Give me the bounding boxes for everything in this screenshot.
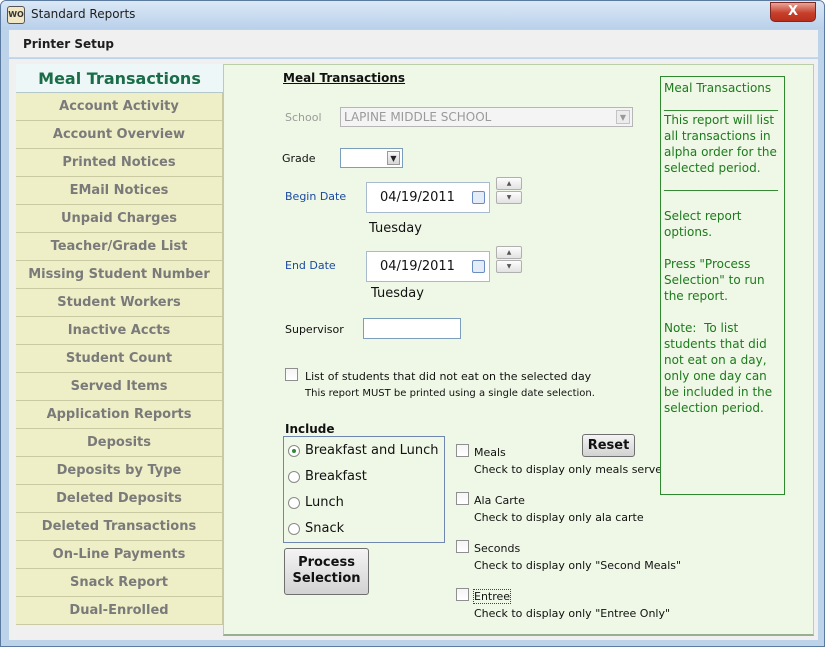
report-options-panel: Meal Transactions School LAPINE MIDDLE S… [223,64,814,636]
meals-checkbox[interactable] [456,444,469,457]
sidebar-item-snack-report[interactable]: Snack Report [16,569,223,597]
sidebar-item-dual-enrolled[interactable]: Dual-Enrolled [16,597,223,625]
entree-label: Entree [472,589,512,604]
seconds-note: Check to display only "Second Meals" [474,559,682,572]
radio-button[interactable] [288,523,300,535]
report-sidebar: Meal Transactions Account Activity Accou… [16,64,223,625]
meals-note: Check to display only meals served [474,463,669,476]
chevron-up-icon: ▲ [506,249,512,256]
include-radio-group: Breakfast and Lunch Breakfast Lunch Snac… [283,436,445,543]
begin-day-text: Tuesday [369,221,422,236]
sidebar-item-printed-notices[interactable]: Printed Notices [16,149,223,177]
sidebar-item-account-overview[interactable]: Account Overview [16,121,223,149]
supervisor-input[interactable] [363,318,461,339]
ala-carte-label: Ala Carte [474,494,525,507]
radio-button[interactable] [288,497,300,509]
supervisor-label: Supervisor [285,323,344,336]
form-heading: Meal Transactions [283,71,406,85]
sidebar-item-meal-transactions[interactable]: Meal Transactions [16,64,223,93]
calendar-icon[interactable] [472,191,485,204]
report-window: WO Standard Reports X Printer Setup Meal… [0,0,825,647]
sidebar-item-email-notices[interactable]: EMail Notices [16,177,223,205]
grade-select[interactable]: ▼ [340,148,403,168]
seconds-checkbox[interactable] [456,540,469,553]
process-button-line1: Process [298,555,355,570]
sidebar-item-teacher-grade-list[interactable]: Teacher/Grade List [16,233,223,261]
sidebar-item-missing-student-number[interactable]: Missing Student Number [16,261,223,289]
ala-carte-checkbox[interactable] [456,492,469,505]
sidebar-item-deleted-deposits[interactable]: Deleted Deposits [16,485,223,513]
radio-label: Breakfast and Lunch [305,443,439,458]
entree-note: Check to display only "Entree Only" [474,607,671,620]
info-box: Meal Transactions ___________________ Th… [660,76,785,495]
reset-button[interactable]: Reset [582,434,635,457]
app-icon: WO [7,6,25,24]
window-title: Standard Reports [31,7,136,21]
end-day-text: Tuesday [371,286,424,301]
close-button[interactable]: X [770,2,816,22]
sidebar-item-deposits-by-type[interactable]: Deposits by Type [16,457,223,485]
sidebar-item-application-reports[interactable]: Application Reports [16,401,223,429]
radio-label: Snack [305,521,345,536]
end-date-up-button[interactable]: ▲ [496,246,522,259]
menu-printer-setup[interactable]: Printer Setup [23,37,114,51]
end-date-down-button[interactable]: ▼ [496,260,522,273]
radio-button[interactable] [288,471,300,483]
end-date-picker[interactable]: 04/19/2011 [366,251,490,282]
chevron-down-icon: ▼ [616,110,630,124]
school-label: School [285,111,322,124]
sidebar-item-account-activity[interactable]: Account Activity [16,93,223,121]
calendar-icon[interactable] [472,260,485,273]
chevron-down-icon: ▼ [506,194,512,201]
sidebar-item-served-items[interactable]: Served Items [16,373,223,401]
begin-date-value: 04/19/2011 [380,190,455,205]
end-date-label: End Date [285,259,336,272]
end-date-value: 04/19/2011 [380,259,455,274]
sidebar-item-deposits[interactable]: Deposits [16,429,223,457]
seconds-label: Seconds [474,542,521,555]
chevron-down-icon: ▼ [506,263,512,270]
chevron-down-icon[interactable]: ▼ [387,151,400,165]
menu-bar: Printer Setup [9,30,818,58]
did-not-eat-label: List of students that did not eat on the… [305,370,592,383]
title-bar: WO Standard Reports X [1,1,824,29]
sidebar-item-deleted-transactions[interactable]: Deleted Transactions [16,513,223,541]
sidebar-item-unpaid-charges[interactable]: Unpaid Charges [16,205,223,233]
radio-label: Lunch [305,495,344,510]
did-not-eat-note: This report MUST be printed using a sing… [305,388,595,399]
begin-date-down-button[interactable]: ▼ [496,191,522,204]
grade-label: Grade [282,152,316,165]
client-area: Meal Transactions Account Activity Accou… [9,59,818,640]
school-value: LAPINE MIDDLE SCHOOL [344,110,492,124]
school-select: LAPINE MIDDLE SCHOOL ▼ [340,107,633,127]
chevron-up-icon: ▲ [506,180,512,187]
did-not-eat-checkbox[interactable] [285,368,298,381]
sidebar-item-student-workers[interactable]: Student Workers [16,289,223,317]
begin-date-label: Begin Date [285,190,347,203]
sidebar-item-student-count[interactable]: Student Count [16,345,223,373]
radio-button-selected[interactable] [288,445,300,457]
begin-date-picker[interactable]: 04/19/2011 [366,182,490,213]
meals-label: Meals [474,446,506,459]
radio-label: Breakfast [305,469,367,484]
entree-checkbox[interactable] [456,588,469,601]
process-button-line2: Selection [292,571,361,586]
ala-carte-note: Check to display only ala carte [474,511,644,524]
begin-date-up-button[interactable]: ▲ [496,177,522,190]
process-selection-button[interactable]: Process Selection [284,548,369,595]
sidebar-item-online-payments[interactable]: On-Line Payments [16,541,223,569]
sidebar-item-inactive-accts[interactable]: Inactive Accts [16,317,223,345]
include-title: Include [285,422,335,436]
